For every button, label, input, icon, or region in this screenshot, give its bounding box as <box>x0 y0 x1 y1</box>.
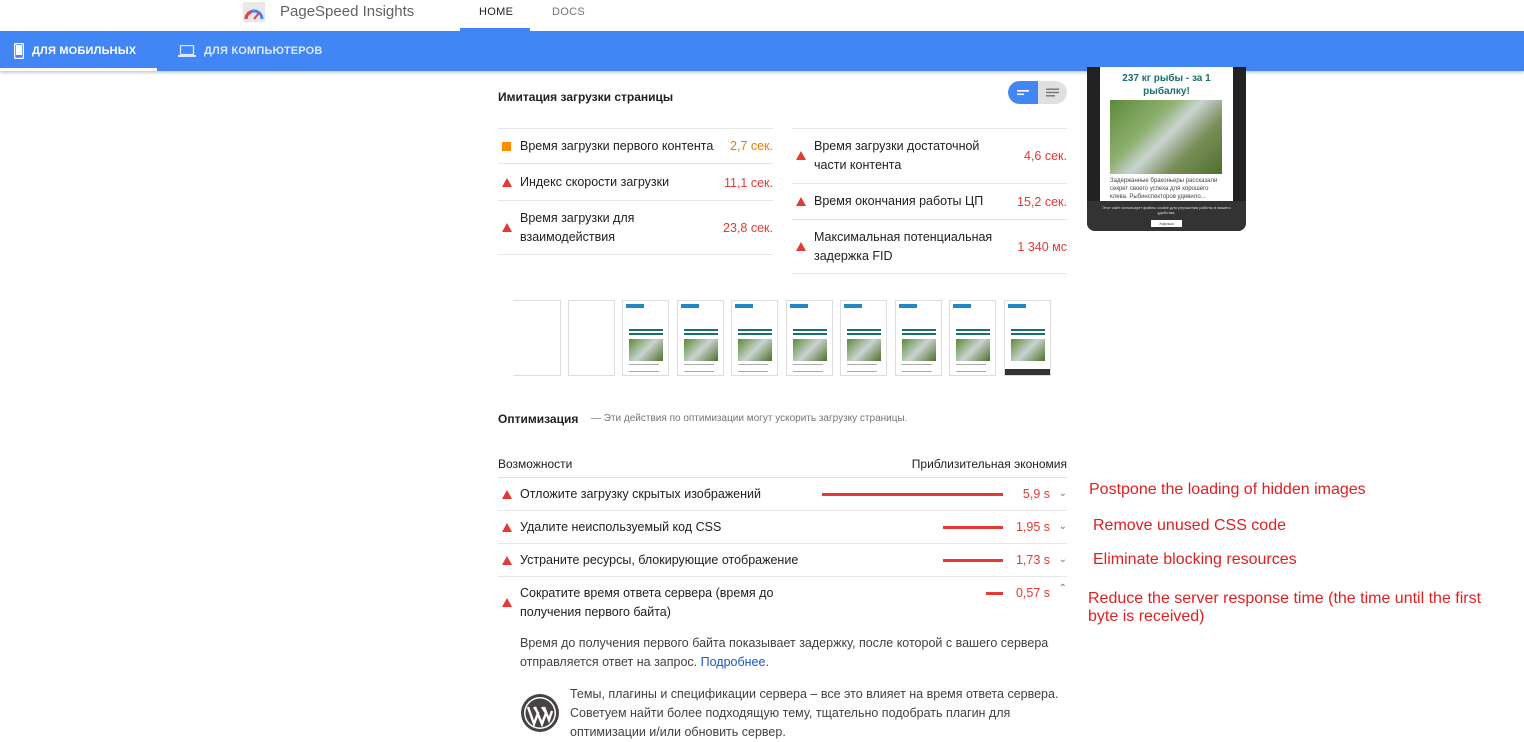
learn-more-link[interactable]: Подробнее <box>701 655 766 669</box>
smartphone-icon <box>14 43 24 59</box>
filmstrip-frame <box>677 300 724 376</box>
metric-label: Максимальная потенциальная задержка FID <box>814 229 993 263</box>
opportunity-row[interactable]: Отложите загрузку скрытых изображений 5,… <box>498 478 1067 511</box>
metric-row: Индекс скорости загрузки 11,1 сек. <box>498 165 773 201</box>
tab-active-indicator <box>0 68 157 71</box>
app-title[interactable]: PageSpeed Insights <box>280 3 414 20</box>
expanded-view-icon[interactable] <box>1038 81 1067 104</box>
preview-cookie-banner: Этот сайт использует файлы cookie для ул… <box>1087 201 1246 231</box>
ellipsis: . <box>765 655 769 669</box>
wordpress-icon <box>521 694 559 732</box>
opportunity-description: Время до получения первого байта показыв… <box>520 634 1050 672</box>
fail-triangle-icon <box>796 151 806 160</box>
metric-value: 15,2 сек. <box>1017 194 1067 209</box>
annotation-blocking-resources: Eliminate blocking resources <box>1093 551 1297 568</box>
opportunity-label: Удалите неиспользуемый код CSS <box>520 520 722 534</box>
tab-mobile-label: ДЛЯ МОБИЛЬНЫХ <box>32 45 137 57</box>
tab-desktop-label: ДЛЯ КОМПЬЮТЕРОВ <box>204 45 323 57</box>
savings-bar <box>943 559 1003 562</box>
preview-cookie-button: Хорошо <box>1151 220 1182 227</box>
tab-desktop[interactable]: ДЛЯ КОМПЬЮТЕРОВ <box>178 31 323 71</box>
lab-data-title: Имитация загрузки страницы <box>498 90 674 104</box>
fail-triangle-icon <box>502 223 512 232</box>
metric-row: Время загрузки первого контента 2,7 сек. <box>498 128 773 164</box>
filmstrip-frame <box>949 300 996 376</box>
metric-label: Время загрузки достаточной части контент… <box>814 139 980 172</box>
metric-value: 4,6 сек. <box>1024 149 1067 163</box>
optimization-title: Оптимизация <box>498 412 579 426</box>
filmstrip-frame <box>731 300 778 376</box>
filmstrip-frame <box>895 300 942 376</box>
savings-value: 1,95 s <box>1015 520 1050 534</box>
chevron-up-icon[interactable]: ⌃ <box>1059 583 1067 594</box>
metric-value: 1 340 мс <box>1017 239 1067 254</box>
fail-triangle-icon <box>502 178 512 187</box>
top-bar: PageSpeed Insights HOME DOCS <box>0 0 1524 31</box>
metric-label: Время загрузки для взаимодействия <box>520 210 635 244</box>
filmstrip-frame <box>786 300 833 376</box>
fail-triangle-icon <box>796 197 806 206</box>
filmstrip-frame <box>1004 300 1051 376</box>
opportunity-row[interactable]: Удалите неиспользуемый код CSS 1,95 s ⌄ <box>498 511 1067 544</box>
nav-tab-home[interactable]: HOME <box>479 6 513 18</box>
savings-bar <box>943 526 1003 529</box>
savings-bar <box>986 592 1003 595</box>
filmstrip-frame <box>513 300 561 376</box>
filmstrip-frame <box>840 300 887 376</box>
device-tab-bar: ДЛЯ МОБИЛЬНЫХ ДЛЯ КОМПЬЮТЕРОВ <box>0 31 1524 71</box>
pagespeed-logo-icon[interactable] <box>243 2 265 22</box>
metric-row: Максимальная потенциальная задержка FID … <box>792 220 1067 274</box>
optimization-subtitle: — Эти действия по оптимизации могут уско… <box>591 413 908 424</box>
metric-row: Время загрузки достаточной части контент… <box>792 128 1067 184</box>
chevron-down-icon[interactable]: ⌄ <box>1059 554 1067 565</box>
metric-label: Индекс скорости загрузки <box>520 175 670 189</box>
opportunity-label: Устраните ресурсы, блокирующие отображен… <box>520 553 799 567</box>
savings-value: 0,57 s <box>1015 586 1050 600</box>
metric-row: Время загрузки для взаимодействия 23,8 с… <box>498 201 773 255</box>
annotation-server-response: Reduce the server response time (the tim… <box>1088 590 1482 625</box>
opportunity-row[interactable]: Устраните ресурсы, блокирующие отображен… <box>498 544 1067 577</box>
description-text: Время до получения первого байта показыв… <box>520 636 1049 669</box>
column-header-opportunity: Возможности <box>498 457 573 471</box>
compact-view-icon <box>1017 90 1029 96</box>
savings-bar <box>822 493 1003 496</box>
savings-value: 5,9 s <box>1022 487 1050 501</box>
fail-triangle-icon <box>502 490 512 499</box>
savings-value: 1,73 s <box>1015 553 1050 567</box>
opportunity-label: Отложите загрузку скрытых изображений <box>520 487 761 501</box>
fail-triangle-icon <box>502 598 512 607</box>
chevron-down-icon[interactable]: ⌄ <box>1059 488 1067 499</box>
toggle-compact-option[interactable] <box>1008 81 1038 104</box>
final-screenshot-preview: 237 кг рыбы - за 1 рыбалку! Задержанные … <box>1087 67 1246 231</box>
nav-tab-docs[interactable]: DOCS <box>552 6 585 18</box>
metric-label: Время окончания работы ЦП <box>814 194 984 208</box>
metric-value: 23,8 сек. <box>723 220 773 235</box>
preview-headline: 237 кг рыбы - за 1 рыбалку! <box>1122 73 1211 97</box>
preview-cookie-text: Этот сайт использует файлы cookie для ул… <box>1102 205 1231 215</box>
average-square-icon <box>502 142 511 151</box>
metric-value: 11,1 сек. <box>723 175 773 190</box>
filmstrip-frame <box>622 300 669 376</box>
annotation-postpone-images: Postpone the loading of hidden images <box>1089 481 1366 498</box>
fail-triangle-icon <box>796 242 806 251</box>
tab-mobile[interactable]: ДЛЯ МОБИЛЬНЫХ <box>0 31 157 71</box>
metrics-view-toggle[interactable] <box>1008 81 1067 104</box>
fail-triangle-icon <box>502 523 512 532</box>
chevron-down-icon[interactable]: ⌄ <box>1059 521 1067 532</box>
wordpress-tip-text: Темы, плагины и спецификации сервера – в… <box>570 687 1059 739</box>
annotation-unused-css: Remove unused CSS code <box>1093 517 1286 534</box>
preview-body-text: Задержанные браконьеры рассказали секрет… <box>1110 178 1218 200</box>
opportunity-label: Сократите время ответа сервера (время до… <box>520 586 774 619</box>
metric-row: Время окончания работы ЦП 15,2 сек. <box>792 184 1067 220</box>
fail-triangle-icon <box>502 556 512 565</box>
column-header-savings: Приблизительная экономия <box>911 457 1067 471</box>
laptop-icon <box>178 45 196 57</box>
metric-value: 2,7 сек. <box>730 139 773 153</box>
filmstrip-frame <box>568 300 615 376</box>
metric-label: Время загрузки первого контента <box>520 138 714 153</box>
preview-fish-image <box>1110 100 1222 174</box>
opportunity-row-expanded[interactable]: Сократите время ответа сервера (время до… <box>498 577 1067 629</box>
